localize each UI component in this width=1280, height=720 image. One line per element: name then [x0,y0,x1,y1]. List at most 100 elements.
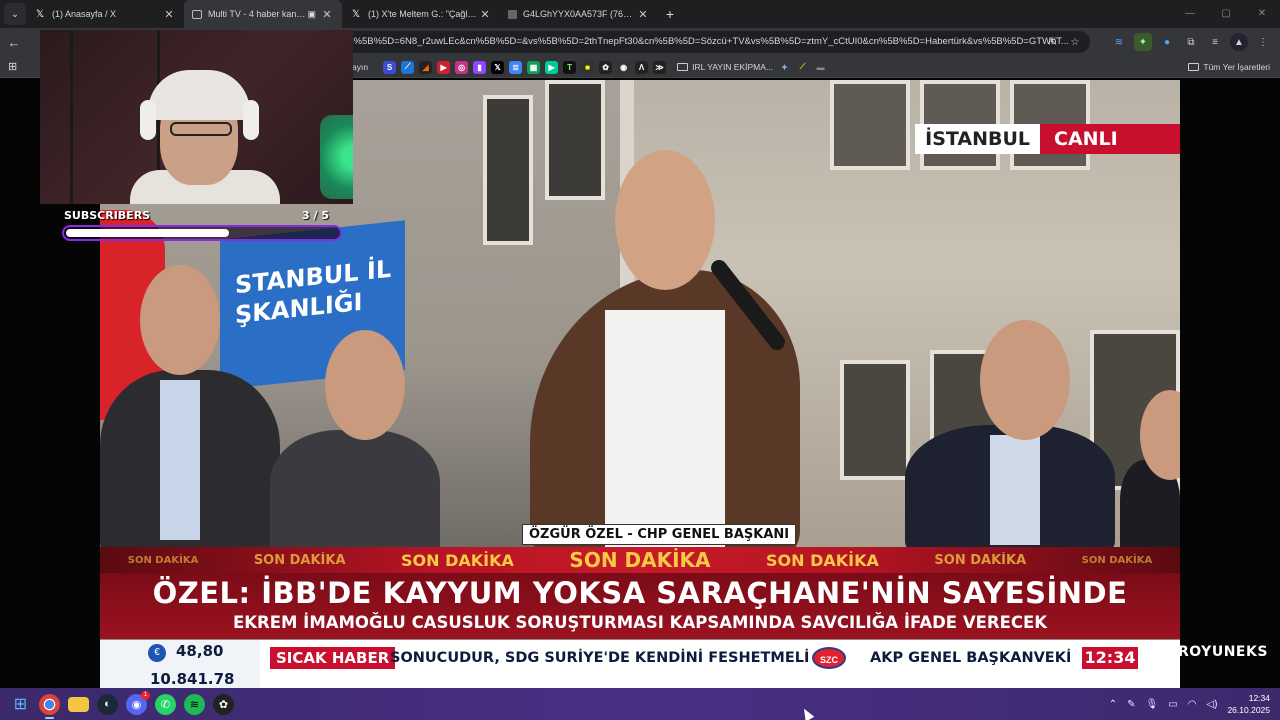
chatgpt-icon[interactable]: ✿ [599,60,613,74]
browser-tab-strip: ⌄ 𝕏 (1) Anasayfa / X ✕ Multi TV - 4 habe… [0,0,1280,28]
tab-anasayfa-x[interactable]: 𝕏 (1) Anasayfa / X ✕ [26,0,184,28]
breaking-label: SON DAKİKA [934,552,1027,568]
tab-label: (1) X'te Meltem G.: "Çağlayan [368,9,478,19]
bookmark-icon[interactable]: Λ [635,60,649,74]
extension-icon[interactable]: ● [1158,33,1176,51]
bookmark-icon[interactable]: ◢ [419,60,433,74]
shirt [990,435,1040,545]
tab-label: (1) Anasayfa / X [52,9,117,19]
close-tab-icon[interactable]: ✕ [478,8,492,21]
app-icon[interactable]: ✿ [213,693,234,715]
wifi-icon[interactable]: ◠ [1188,699,1197,710]
building-window [483,95,533,245]
ticker-headline: AKP GENEL BAŞKANVEKİLİ [870,650,1070,666]
profile-avatar-icon[interactable]: ▲ [1230,33,1248,51]
cast-icon[interactable]: ▣ [307,9,316,20]
euro-icon: € [148,644,166,662]
person-mid-left [270,430,440,560]
address-bar[interactable]: vs%5B%5D=6N8_r2uwLEc&cn%5B%5D=&vs%5B%5D=… [300,31,1090,53]
bookmark-icon[interactable]: S [383,60,397,74]
bookmark-icon[interactable]: ⟋ [401,60,415,74]
media-controls-icon[interactable]: ≡ [1206,33,1224,51]
chevron-up-icon[interactable]: ⌃ [1109,699,1117,710]
market-value: 10.841,78 [150,670,235,684]
extensions-puzzle-icon[interactable]: ⧉ [1182,33,1200,51]
location-city: İSTANBUL [915,124,1040,154]
maximize-icon[interactable]: ▢ [1208,0,1244,28]
chrome-icon[interactable] [39,693,60,719]
tab-meltem-x[interactable]: 𝕏 (1) X'te Meltem G.: "Çağlayan ✕ [342,0,500,28]
bookmark-icon[interactable]: ≫ [653,60,667,74]
close-tab-icon[interactable]: ✕ [636,8,650,21]
volume-icon[interactable]: ◁) [1206,699,1217,710]
building-window [840,360,910,480]
speaker-name-tag: ÖZGÜR ÖZEL - CHP GENEL BAŞKANI [522,524,797,545]
bookmark-folder[interactable]: IRL YAYIN EKİPMA... [677,62,773,72]
bookmark-icon[interactable]: T [563,60,577,74]
speaker-shirt [605,310,725,550]
shirt [160,380,200,540]
menu-kebab-icon[interactable]: ⋮ [1254,33,1272,51]
all-bookmarks[interactable]: Tüm Yer İşaretleri [1188,56,1270,78]
bookmark-icon[interactable]: ◉ [617,60,631,74]
close-tab-icon[interactable]: ✕ [162,8,176,21]
breaking-label: SON DAKİKA [569,548,711,572]
bookmark-icon[interactable]: ▶ [545,60,559,74]
taskbar: ⊞ ◐ ◉ 1 ✆ ≋ ✿ ⌃ ✎ 🎙 ▭ ◠ ◁) 12:34 26.10.20… [0,688,1280,720]
close-window-icon[interactable]: ✕ [1244,0,1280,28]
docs-icon[interactable]: ≣ [509,60,523,74]
sheets-icon[interactable]: ▦ [527,60,541,74]
breaking-label: SON DAKİKA [1081,554,1153,566]
bookmark-star-icon[interactable]: ☆ [1066,33,1084,51]
breaking-label: SON DAKİKA [253,552,346,568]
windows-start-icon[interactable]: ⊞ [10,694,31,715]
back-arrow-icon[interactable]: ← [0,35,28,50]
decor-lamp [320,115,353,199]
install-app-icon[interactable]: ⇱ [1044,33,1062,51]
bookmark-icon[interactable]: ■ [581,60,595,74]
bookmark-icon[interactable]: ▶ [437,60,451,74]
tab-search-dropdown-icon[interactable]: ⌄ [4,3,26,25]
file-explorer-icon[interactable] [68,696,89,712]
steam-icon[interactable]: ◐ [97,693,118,715]
new-tab-button[interactable]: + [658,6,682,22]
microphone-icon[interactable]: 🎙 [1146,699,1159,710]
pen-icon[interactable]: ✎ [1127,699,1135,710]
spotify-icon[interactable]: ≋ [184,693,205,715]
twitch-icon[interactable]: ▮ [473,60,487,74]
close-tab-icon[interactable]: ✕ [320,8,334,21]
bookmark-folder-label: IRL YAYIN EKİPMA... [692,62,774,72]
x-icon: 𝕏 [35,8,45,20]
tab-multi-tv[interactable]: Multi TV - 4 haber kanalını ▣ ✕ [184,0,342,28]
head [325,330,405,440]
clock-time: 12:34 [1248,693,1270,703]
image-icon [508,9,517,19]
gemini-icon[interactable]: ✦ [778,61,791,74]
channel-logo: SZC [812,647,846,669]
streamer-cap [148,70,250,120]
tv-icon [192,9,202,19]
whatsapp-icon[interactable]: ✆ [155,693,176,715]
x-icon[interactable]: 𝕏 [491,60,505,74]
x-icon: 𝕏 [351,8,361,20]
tab-label: G4LGhYYX0AA573F (768×1024) [523,9,636,19]
instagram-icon[interactable]: ◎ [455,60,469,74]
extension-icon[interactable]: ✦ [1134,33,1152,51]
tab-image[interactable]: G4LGhYYX0AA573F (768×1024) ✕ [500,0,658,28]
discord-icon[interactable]: ◉ 1 [126,690,150,715]
notification-badge: 1 [141,690,150,700]
extension-icon[interactable]: ≋ [1110,33,1128,51]
location-tag: İSTANBUL CANLI [915,124,1180,154]
taskbar-clock[interactable]: 12:34 26.10.2025 [1227,692,1270,716]
display-icon[interactable]: ▭ [1168,699,1177,710]
headphone [243,100,259,140]
bookmark-icon[interactable]: ⟋ [796,61,809,74]
subscribers-count: 3 / 5 [302,209,329,222]
apps-grid-icon[interactable]: ⊞ [8,60,22,74]
minimize-icon[interactable]: — [1172,0,1208,28]
all-bookmarks-label: Tüm Yer İşaretleri [1203,62,1270,72]
bookmark-icon[interactable]: ▬ [814,61,827,74]
bookmark-partial[interactable]: ayın [352,62,368,72]
breaking-label: SON DAKİKA [401,550,514,570]
ticker-text: SONUCUDUR, SDG SURİYE'DE KENDİNİ FESHETM… [390,647,1070,669]
